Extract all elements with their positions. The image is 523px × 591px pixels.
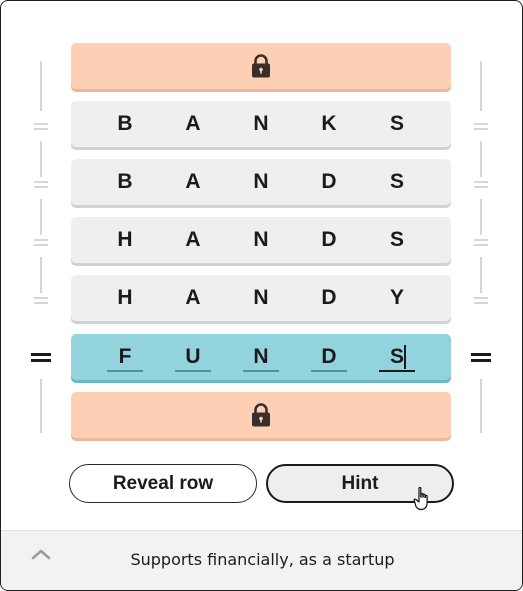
row-connector-icon [34,123,48,131]
letter-cell: K [321,112,337,135]
left-rail [31,61,51,433]
letter-cell: Y [389,286,404,309]
letter-cell: B [117,170,133,193]
row-connector-icon [474,181,488,189]
row-connector-icon [34,239,48,247]
letter-cell: H [117,228,133,251]
lock-icon [252,54,270,78]
row-connector-icon [474,239,488,247]
game-panel: B A N K S B A N D S H A N D S H A N D Y … [0,0,523,591]
row-connector-icon [474,123,488,131]
letter-cell: A [185,112,201,135]
letter-input[interactable]: U [175,342,211,372]
text-caret [404,345,406,369]
letter-cell: A [185,170,201,193]
active-input-row[interactable]: F U N D S [71,334,451,380]
word-row: B A N D S [71,159,451,205]
word-row: B A N K S [71,101,451,147]
letter-cell: N [253,286,269,309]
lock-icon [252,403,270,427]
letter-cell: D [321,286,337,309]
active-row-marker-icon [471,353,491,362]
word-row: H A N D Y [71,275,451,321]
letter-input[interactable]: F [107,342,143,372]
letter-input[interactable]: N [243,342,279,372]
letter-input[interactable]: S [379,342,415,372]
clue-text: Supports financially, as a startup [130,550,395,569]
letter-cell: N [253,170,269,193]
right-rail [471,61,491,433]
letter-cell: H [117,286,133,309]
locked-row-top [71,43,451,89]
letter-cell: D [321,170,337,193]
letter-cell: N [253,112,269,135]
row-connector-icon [474,297,488,305]
letter-cell: N [253,228,269,251]
reveal-row-label: Reveal row [112,472,214,494]
letter-cell: S [389,170,404,193]
clue-bar[interactable]: Supports financially, as a startup [1,530,522,590]
letter-input[interactable]: D [311,342,347,372]
hint-label: Hint [341,472,379,494]
letter-cell: S [389,112,404,135]
row-connector-icon [34,297,48,305]
letter-cell: A [185,228,201,251]
letter-cell: B [117,112,133,135]
reveal-row-button[interactable]: Reveal row [69,464,257,503]
hand-pointer-icon [413,486,428,511]
letter-cell: A [185,286,201,309]
locked-row-bottom [71,392,451,438]
letter-cell: D [321,228,337,251]
active-row-marker-icon [31,353,51,362]
row-connector-icon [34,181,48,189]
word-row: H A N D S [71,217,451,263]
letter-cell: S [389,228,404,251]
